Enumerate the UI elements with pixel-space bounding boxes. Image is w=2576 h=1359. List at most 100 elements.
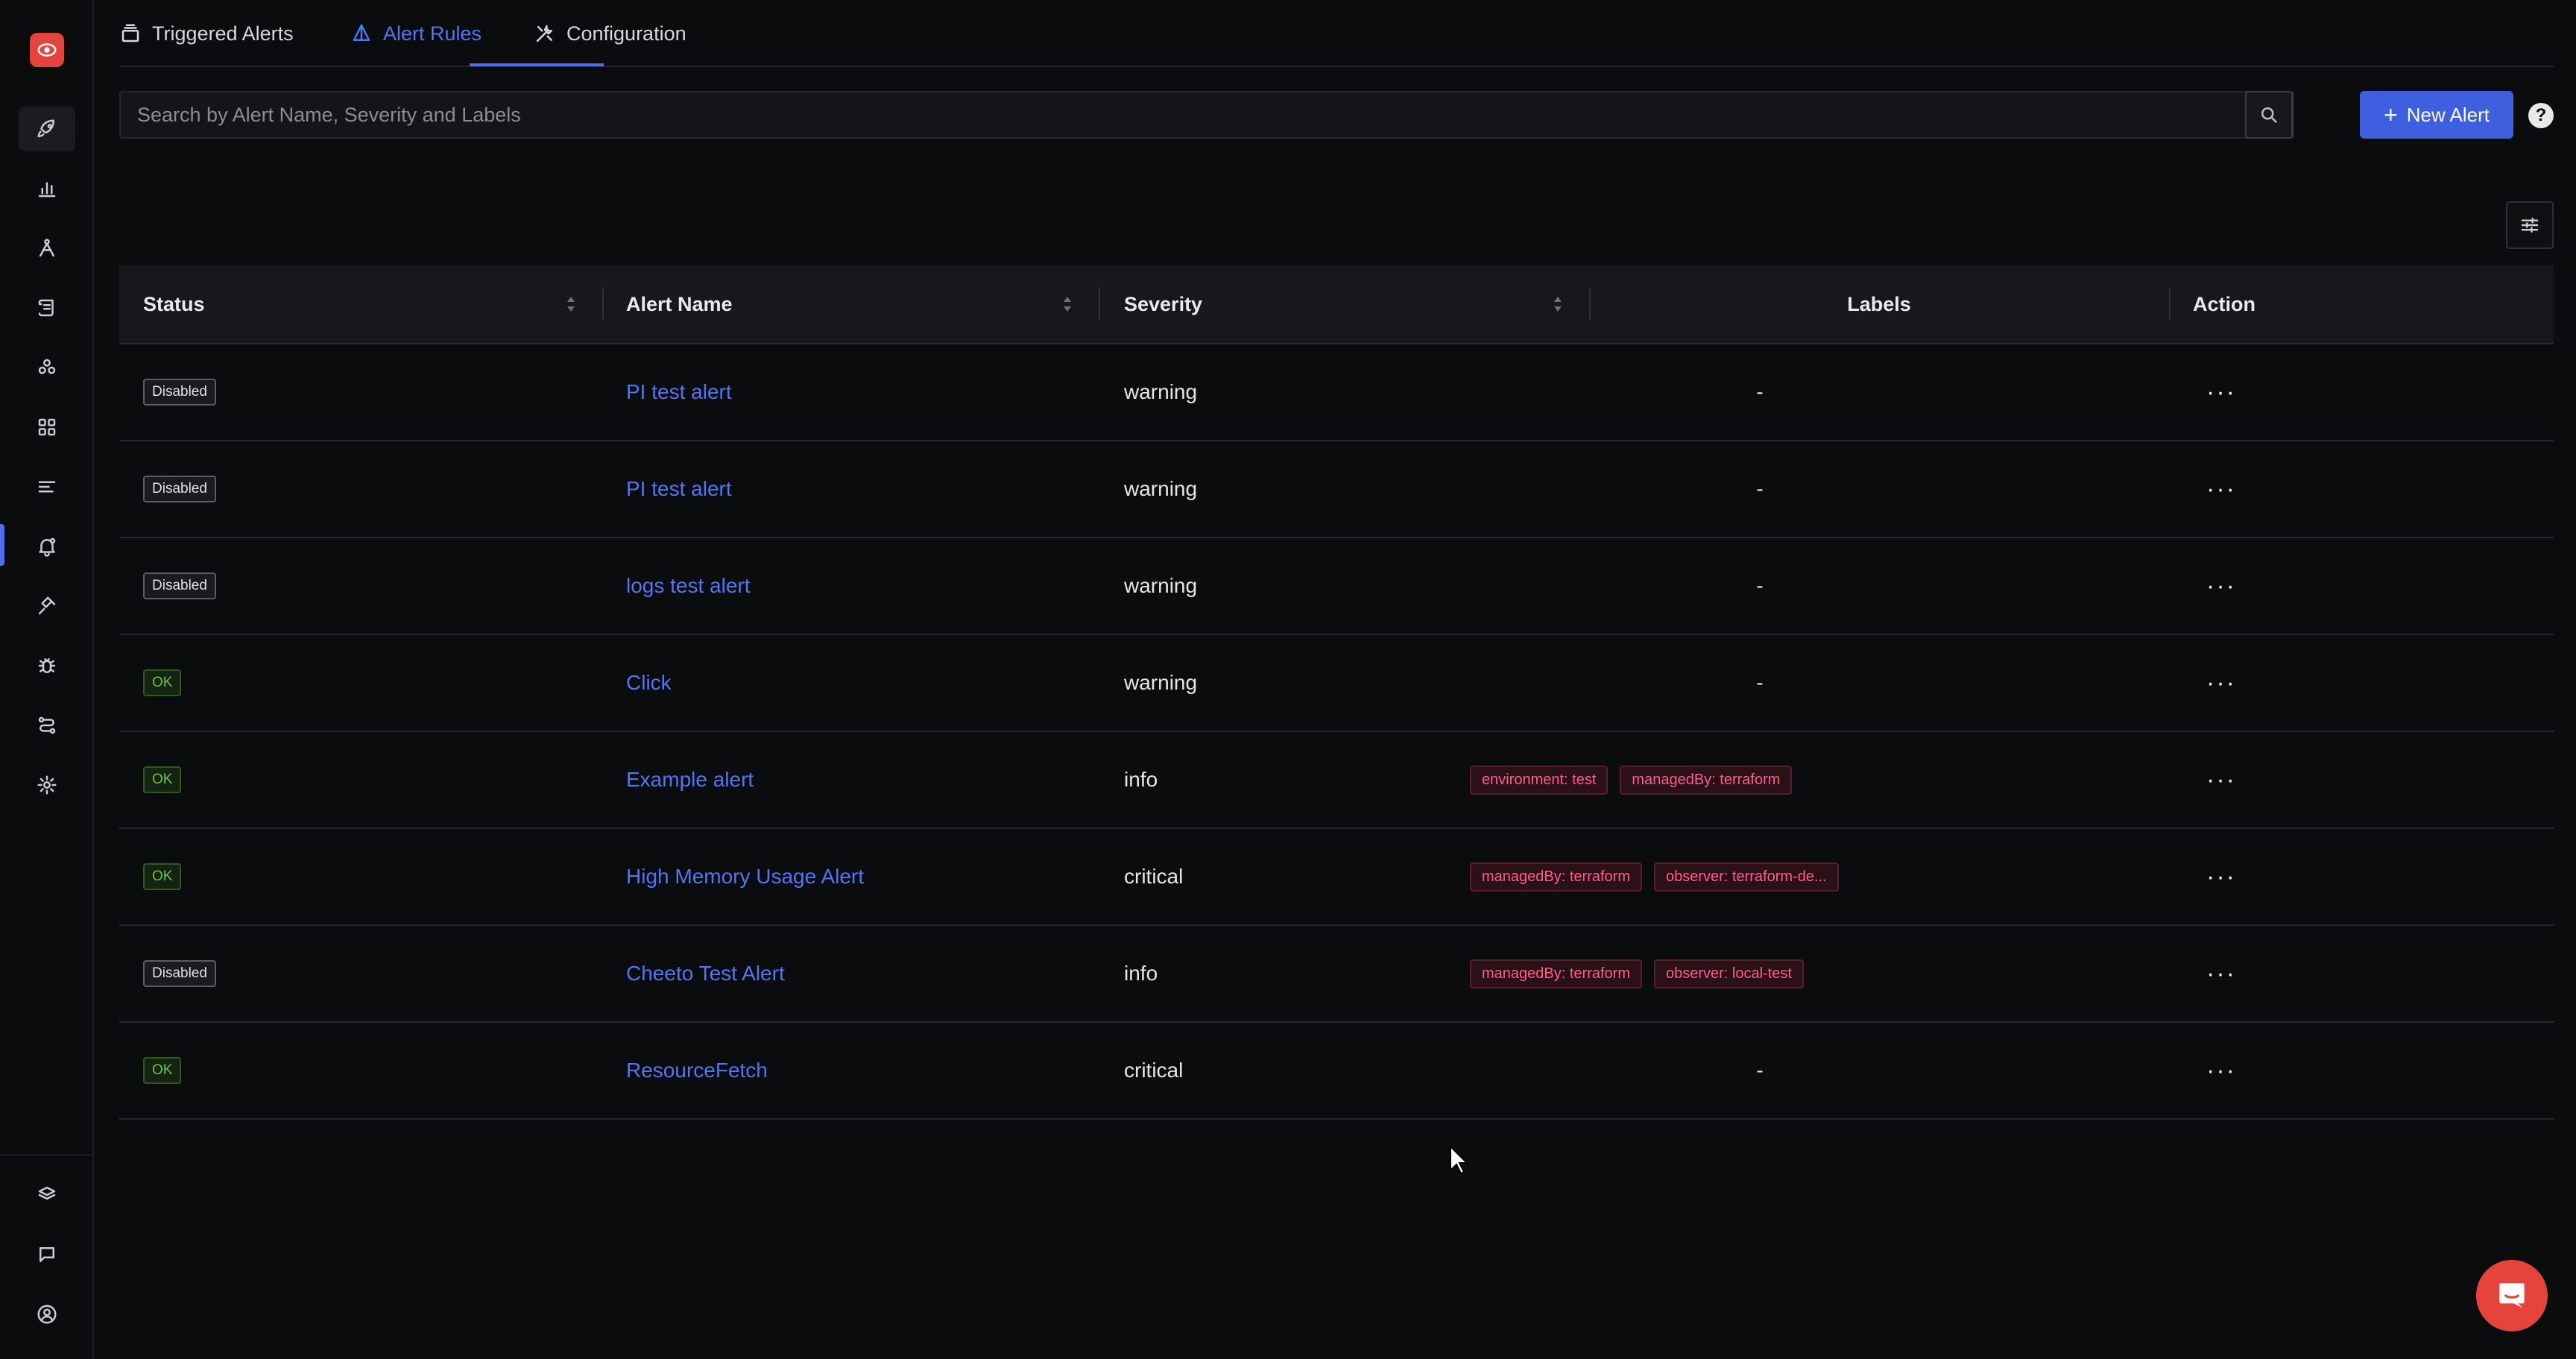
sidebar-divider [0,1154,94,1155]
help-icon[interactable]: ? [2528,103,2554,128]
tab-alert-rules[interactable]: Alert Rules [350,0,482,67]
more-options-icon[interactable]: ··· [2206,573,2236,599]
search-bar [119,91,2294,139]
status-cell: Disabled [143,441,216,537]
status-badge: OK [143,1056,182,1085]
sliders-icon [2521,218,2539,233]
alert-name-cell: PI test alert [626,441,732,537]
status-cell: Disabled [143,538,216,634]
search-input[interactable] [121,92,2248,137]
logo-eye-icon[interactable] [30,33,64,67]
plus-icon: + [2384,101,2398,128]
support-chat-button[interactable] [2476,1260,2548,1331]
alert-name-cell: Cheeto Test Alert [626,926,785,1021]
new-alert-button[interactable]: + New Alert [2360,91,2513,139]
alert-name-link[interactable]: logs test alert [626,574,751,598]
more-options-icon[interactable]: ··· [2206,864,2236,889]
cluster-icon[interactable] [19,345,75,390]
search-icon [2261,107,2277,123]
alert-name-link[interactable]: ResourceFetch [626,1059,768,1082]
severity-value: warning [1124,477,1198,500]
user-circle-icon[interactable] [19,1292,75,1337]
severity-value: info [1124,962,1158,985]
pipelines-icon[interactable] [19,703,75,748]
action-cell: ··· [2206,538,2236,634]
sidebar [0,0,94,1359]
table-row[interactable]: OK ResourceFetch critical - ··· [119,1023,2554,1120]
status-cell: OK [143,829,182,924]
table-header: Status Alert Name Severity Labels Action [119,265,2554,344]
table-row[interactable]: Disabled Cheeto Test Alert info managedBy: … [119,926,2554,1023]
label-tag: managedBy: terraform [1470,862,1642,892]
tab-label: Configuration [566,22,686,45]
more-options-icon[interactable]: ··· [2206,670,2236,696]
labels-cell: - [1470,344,2050,440]
logs-icon[interactable] [19,286,75,330]
alerts-bell-icon[interactable] [19,524,75,569]
status-badge: OK [143,669,182,697]
alert-name-link[interactable]: PI test alert [626,380,732,404]
more-options-icon[interactable]: ··· [2206,1058,2236,1083]
table-row[interactable]: Disabled PI test alert warning - ··· [119,344,2554,441]
severity-cell: info [1124,926,1158,1021]
empty-labels: - [1756,1059,1764,1082]
more-options-icon[interactable]: ··· [2206,476,2236,502]
column-header-alert-name[interactable]: Alert Name [626,265,733,343]
chat-icon[interactable] [19,1232,75,1277]
column-settings-button[interactable] [2506,201,2554,249]
rocket-icon[interactable] [19,107,75,151]
alert-name-link[interactable]: Example alert [626,768,754,792]
bar-chart-icon[interactable] [19,166,75,211]
bug-icon[interactable] [19,643,75,688]
alert-name-link[interactable]: Click [626,671,672,695]
severity-value: critical [1124,1059,1184,1082]
severity-value: info [1124,768,1158,791]
dashboard-grid-icon[interactable] [19,405,75,450]
integrations-plug-icon[interactable] [19,584,75,628]
action-cell: ··· [2206,926,2236,1021]
tab-triggered-alerts[interactable]: Triggered Alerts [119,0,294,67]
search-button[interactable] [2245,91,2293,139]
list-icon[interactable] [19,464,75,509]
table-row[interactable]: Disabled logs test alert warning - ··· [119,538,2554,635]
settings-gear-icon[interactable] [19,763,75,807]
alert-name-link[interactable]: Cheeto Test Alert [626,962,785,986]
alert-name-cell: ResourceFetch [626,1023,768,1118]
column-header-status[interactable]: Status [143,265,205,343]
sort-icon[interactable] [1552,294,1564,315]
severity-cell: info [1124,732,1158,827]
stack-icon [121,24,139,42]
more-options-icon[interactable]: ··· [2206,379,2236,405]
status-cell: OK [143,1023,182,1118]
trace-icon[interactable] [19,226,75,271]
action-cell: ··· [2206,441,2236,537]
label-tag: observer: terraform-de... [1653,862,1839,892]
column-header-action: Action [2193,292,2255,315]
table-body: Disabled PI test alert warning - ··· Disabled… [119,344,2554,1120]
alert-rules-table: Status Alert Name Severity Labels Action… [119,265,2554,1120]
table-row[interactable]: OK Click warning - ··· [119,635,2554,732]
action-cell: ··· [2206,732,2236,827]
sort-icon[interactable] [565,294,577,315]
alert-name-link[interactable]: PI test alert [626,477,732,501]
more-options-icon[interactable]: ··· [2206,767,2236,792]
alert-name-link[interactable]: High Memory Usage Alert [626,865,864,889]
labels-cell: - [1470,441,2050,537]
label-tag: environment: test [1470,765,1609,795]
action-cell: ··· [2206,1023,2236,1118]
labels-cell: managedBy: terraform observer: terraform-… [1470,829,1839,924]
tab-configuration[interactable]: Configuration [534,0,686,67]
severity-cell: warning [1124,635,1197,731]
alert-name-cell: Click [626,635,672,731]
column-header-severity[interactable]: Severity [1124,265,1202,343]
more-options-icon[interactable]: ··· [2206,961,2236,986]
table-row[interactable]: Disabled PI test alert warning - ··· [119,441,2554,538]
table-row[interactable]: OK High Memory Usage Alert critical managed… [119,829,2554,926]
status-badge: Disabled [143,959,216,988]
severity-value: critical [1124,865,1184,888]
layers-icon[interactable] [19,1173,75,1217]
severity-value: warning [1124,574,1198,597]
severity-cell: warning [1124,344,1197,440]
table-row[interactable]: OK Example alert info environment: test mana… [119,732,2554,829]
sort-icon[interactable] [1061,294,1073,315]
